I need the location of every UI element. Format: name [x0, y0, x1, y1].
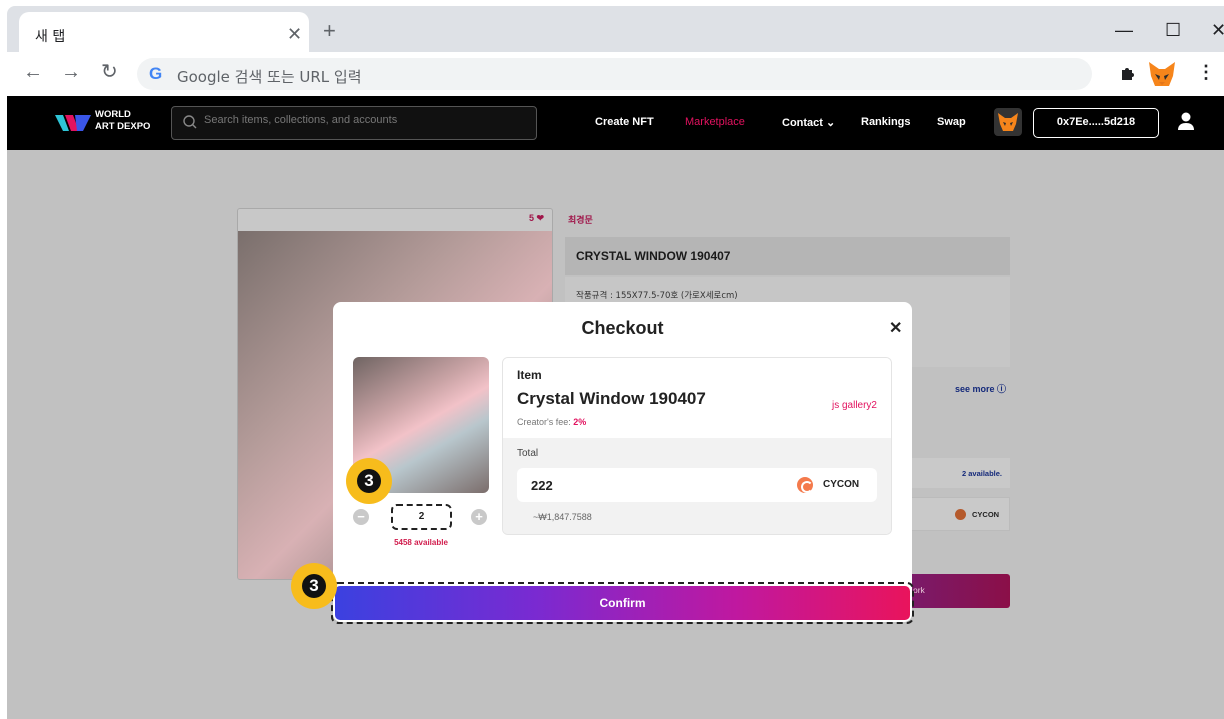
reload-icon[interactable]: ↻ [101, 62, 118, 82]
site-search [171, 106, 537, 140]
step-number: 3 [302, 574, 326, 598]
card-topbar: 5 ❤ [238, 209, 552, 231]
nav-marketplace[interactable]: Marketplace [685, 116, 745, 128]
artwork-spec: 작품규격 : 155X77.5-70호 (가로X세로cm) [576, 291, 738, 301]
creator-fee-value: 2% [573, 417, 587, 427]
step-badge-confirm: 3 [291, 563, 337, 609]
creator-fee-label: Creator's fee: [517, 417, 574, 427]
google-icon: G [149, 64, 163, 83]
maximize-icon[interactable]: ☐ [1165, 20, 1181, 41]
total-label: Total [517, 448, 539, 459]
search-input[interactable] [204, 114, 524, 126]
item-name: Crystal Window 190407 [517, 389, 706, 408]
cycon-coin-icon [797, 477, 813, 493]
metamask-fox-icon[interactable] [1147, 60, 1177, 88]
logo-icon[interactable] [55, 111, 91, 135]
modal-title: Checkout [581, 318, 664, 338]
cycon-coin-icon [955, 509, 966, 520]
artist-name[interactable]: 최경문 [568, 213, 593, 226]
logo-line-1: WORLD [95, 109, 131, 120]
site-header: WORLD ART DEXPO Create NFT Marketplace C… [7, 96, 1224, 150]
metamask-fox-icon [998, 113, 1018, 131]
tab-title: 새 탭 [35, 29, 66, 45]
browser-toolbar: ← → ↻ G Google 검색 또는 URL 입력 ⋮ [7, 52, 1224, 96]
nav-swap[interactable]: Swap [937, 116, 966, 128]
total-value: 222 [531, 478, 553, 493]
like-count[interactable]: 5 ❤ [529, 213, 544, 224]
address-bar[interactable]: G Google 검색 또는 URL 입력 [137, 58, 1092, 90]
item-label: Item [517, 368, 542, 382]
checkout-modal: Checkout ✕ − 2 + 5458 available Item Cry… [333, 302, 912, 622]
logo-text[interactable]: WORLD ART DEXPO [95, 109, 150, 133]
step-number: 3 [357, 469, 381, 493]
total-field: 222 CYCON [517, 468, 877, 502]
confirm-highlight: Confirm [331, 582, 914, 624]
buy-button-label: ork [913, 585, 925, 595]
buy-artwork-button[interactable]: ork [909, 574, 1010, 608]
wallet-address-button[interactable]: 0x7Ee.....5d218 [1033, 108, 1159, 138]
creator-fee: Creator's fee: 2% [517, 417, 586, 427]
availability-text: 2 available. [961, 469, 1002, 478]
item-info-top: Item Crystal Window 190407 js gallery2 C… [503, 358, 891, 438]
new-tab-button[interactable]: + [323, 20, 336, 42]
artwork-title: CRYSTAL WINDOW 190407 [576, 249, 731, 263]
currency-label: CYCON [972, 510, 1000, 519]
increase-quantity-button[interactable]: + [471, 509, 487, 525]
krw-equivalent: ~₩1,847.7588 [533, 512, 592, 522]
see-more-link[interactable]: see more ⓘ [955, 382, 1006, 395]
confirm-button[interactable]: Confirm [335, 586, 910, 620]
item-info-panel: Item Crystal Window 190407 js gallery2 C… [502, 357, 892, 535]
decrease-quantity-button[interactable]: − [353, 509, 369, 525]
modal-close-icon[interactable]: ✕ [889, 318, 902, 338]
search-icon [183, 115, 197, 129]
total-currency: CYCON [823, 479, 860, 490]
logo-line-2: ART DEXPO [95, 121, 151, 132]
user-icon[interactable] [1177, 111, 1195, 131]
nav-rankings[interactable]: Rankings [861, 116, 911, 128]
nav-contact[interactable]: Contact ⌄ [782, 116, 835, 129]
quantity-input[interactable]: 2 [391, 504, 452, 530]
tab-close-icon[interactable]: ✕ [287, 24, 302, 45]
minimize-icon[interactable]: — [1115, 20, 1133, 41]
metamask-button[interactable] [994, 108, 1022, 136]
total-section: Total 222 CYCON ~₩1,847.7588 [503, 438, 891, 534]
nav-create-nft[interactable]: Create NFT [595, 116, 654, 128]
back-icon[interactable]: ← [23, 62, 43, 82]
currency-select[interactable]: CYCON [909, 497, 1010, 531]
address-placeholder: Google 검색 또는 URL 입력 [177, 68, 362, 86]
browser-menu-icon[interactable]: ⋮ [1197, 62, 1215, 83]
artwork-title-box: CRYSTAL WINDOW 190407 [565, 237, 1010, 275]
gallery-link[interactable]: js gallery2 [832, 400, 877, 411]
quantity-available: 5458 available [394, 538, 448, 547]
extensions-icon[interactable] [1119, 64, 1137, 82]
step-badge-quantity: 3 [346, 458, 392, 504]
forward-icon[interactable]: → [61, 62, 81, 82]
window-close-icon[interactable]: ✕ [1211, 20, 1224, 41]
availability-box: 2 available. [909, 458, 1010, 488]
